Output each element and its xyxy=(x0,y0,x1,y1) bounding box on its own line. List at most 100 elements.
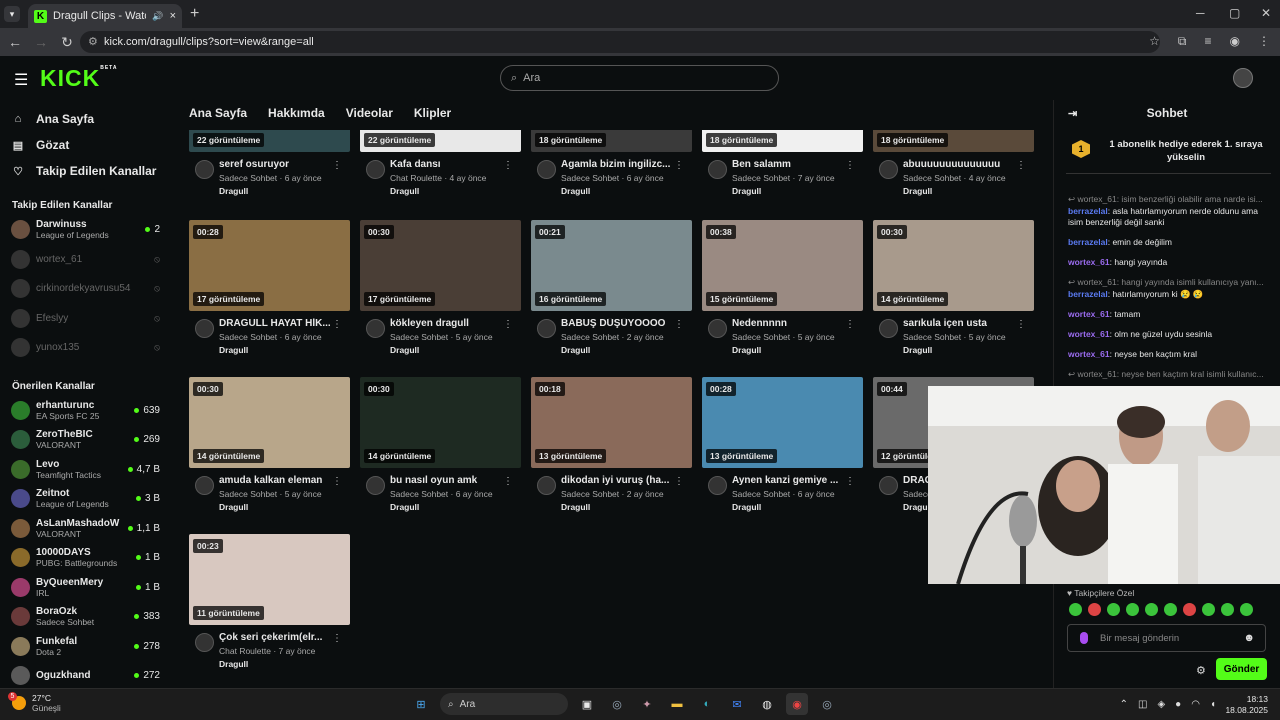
tab-about[interactable]: Hakkımda xyxy=(268,106,325,120)
clip-title[interactable]: kökleyen dragull xyxy=(390,318,502,329)
emote-icon[interactable] xyxy=(1240,603,1253,616)
clip-thumbnail[interactable]: 18 görüntüleme xyxy=(873,130,1034,152)
more-options-icon[interactable]: ⋮ xyxy=(332,633,342,644)
weather-widget[interactable]: 5 27°C Güneşli xyxy=(8,692,61,713)
file-explorer-icon[interactable]: ▬ xyxy=(666,693,688,715)
clip-card[interactable]: 00:18 13 görüntüleme dikodan iyi vuruş (ha… xyxy=(531,377,692,518)
send-button[interactable]: Gönder xyxy=(1216,658,1267,680)
more-options-icon[interactable]: ⋮ xyxy=(1016,160,1026,171)
clip-category[interactable]: Sadece Sohbet xyxy=(561,173,619,183)
recommended-channel[interactable]: AsLanMashadoW VALORANT 1,1 B xyxy=(0,514,172,544)
chat-settings-gear-icon[interactable]: ⚙ xyxy=(1196,664,1206,677)
hamburger-menu-icon[interactable]: ☰ xyxy=(14,70,28,90)
emoji-picker-icon[interactable]: ☻ xyxy=(1243,632,1255,644)
sidebar-item-home[interactable]: ⌂ Ana Sayfa xyxy=(0,106,172,132)
recommended-channel[interactable]: Oguzkhand 272 xyxy=(0,661,172,688)
back-icon[interactable]: ← xyxy=(2,34,28,50)
menu-icon[interactable]: ⋮ xyxy=(1258,34,1270,49)
clip-thumbnail[interactable]: 00:23 11 görüntüleme xyxy=(189,534,350,625)
clip-thumbnail[interactable]: 22 görüntüleme xyxy=(360,130,521,152)
recommended-channel[interactable]: BoraOzk Sadece Sohbet 383 xyxy=(0,602,172,632)
clip-title[interactable]: Kafa dansı xyxy=(390,159,502,170)
browser-tab[interactable]: K Dragull Clips - Watch Live o 🔊 × xyxy=(28,4,182,28)
chat-username[interactable]: berrazelal xyxy=(1068,206,1108,216)
emote-icon[interactable] xyxy=(1183,603,1196,616)
clip-card[interactable]: 18 görüntüleme abuuuuuuuuuuuuuu Sadece Soh… xyxy=(873,130,1034,202)
clip-card[interactable]: 18 görüntüleme Agamla bizim ingilizc... Sa… xyxy=(531,130,692,202)
clip-title[interactable]: Çok seri çekerim(elr... xyxy=(219,632,331,643)
clip-thumbnail[interactable]: 00:30 14 görüntüleme xyxy=(873,220,1034,311)
clip-thumbnail[interactable]: 00:18 13 görüntüleme xyxy=(531,377,692,468)
search-input[interactable]: ⌕ Ara xyxy=(500,65,779,91)
clip-category[interactable]: Sadece Sohbet xyxy=(219,489,277,499)
clip-channel[interactable]: Dragull xyxy=(732,502,863,512)
more-options-icon[interactable]: ⋮ xyxy=(674,319,684,330)
tab-clips[interactable]: Klipler xyxy=(414,106,451,120)
tray-chevron-icon[interactable]: ⌃ xyxy=(1120,699,1128,710)
clip-title[interactable]: bu nasıl oyun amk xyxy=(390,475,502,486)
clip-thumbnail[interactable]: 00:28 17 görüntüleme xyxy=(189,220,350,311)
steam-icon[interactable]: ◎ xyxy=(606,693,628,715)
clip-category[interactable]: Sadece Sohbet xyxy=(219,173,277,183)
recommended-channel[interactable]: 10000DAYS PUBG: Battlegrounds 1 B xyxy=(0,543,172,573)
more-options-icon[interactable]: ⋮ xyxy=(332,476,342,487)
tab-search-icon[interactable]: ▾ xyxy=(4,6,20,22)
wifi-icon[interactable]: ◠ xyxy=(1191,699,1200,710)
sidebar-item-browse[interactable]: ▤ Gözat xyxy=(0,132,172,158)
clip-card[interactable]: 00:30 14 görüntüleme bu nasıl oyun amk Sade… xyxy=(360,377,521,518)
emote-icon[interactable] xyxy=(1126,603,1139,616)
emote-icon[interactable] xyxy=(1145,603,1158,616)
address-bar[interactable]: ⚙ kick.com/dragull/clips?sort=view&range… xyxy=(80,31,1160,53)
clip-card[interactable]: 22 görüntüleme seref osuruyor Sadece Sohbe… xyxy=(189,130,350,202)
chrome-icon[interactable]: ◉ xyxy=(786,693,808,715)
tray-app-icon[interactable]: ◫ xyxy=(1138,699,1147,710)
clip-category[interactable]: Sadece Sohbet xyxy=(561,332,619,342)
clip-thumbnail[interactable]: 00:21 16 görüntüleme xyxy=(531,220,692,311)
clip-card[interactable]: 00:38 15 görüntüleme Nedennnnn Sadece Sohbe… xyxy=(702,220,863,361)
extensions-icon[interactable]: ⧉ xyxy=(1178,34,1187,49)
emote-icon[interactable] xyxy=(1221,603,1234,616)
clock[interactable]: 18:13 18.08.2025 xyxy=(1225,694,1268,716)
more-options-icon[interactable]: ⋮ xyxy=(332,160,342,171)
clip-category[interactable]: Sadece Sohbet xyxy=(903,173,961,183)
more-options-icon[interactable]: ⋮ xyxy=(1016,319,1026,330)
clip-title[interactable]: Ben salamm xyxy=(732,159,844,170)
recommended-channel[interactable]: erhanturunc EA Sports FC 25 639 xyxy=(0,396,172,426)
volume-icon[interactable]: ◖ xyxy=(1210,699,1216,710)
maximize-icon[interactable]: ▢ xyxy=(1229,6,1240,20)
tray-security-icon[interactable]: ◈ xyxy=(1157,699,1165,710)
stream-video-player[interactable] xyxy=(928,386,1280,584)
tab-close-icon[interactable]: × xyxy=(170,10,176,22)
chat-username[interactable]: wortex_61 xyxy=(1068,329,1110,339)
clip-category[interactable]: Sadece Sohbet xyxy=(390,332,448,342)
reload-icon[interactable]: ↻ xyxy=(54,34,80,51)
copilot-icon[interactable]: ✦ xyxy=(636,693,658,715)
clip-category[interactable]: Sadece Sohbet xyxy=(732,173,790,183)
more-options-icon[interactable]: ⋮ xyxy=(503,319,513,330)
emote-icon[interactable] xyxy=(1202,603,1215,616)
clip-card[interactable]: 00:30 14 görüntüleme amuda kalkan eleman Sa… xyxy=(189,377,350,518)
clip-thumbnail[interactable]: 00:30 17 görüntüleme xyxy=(360,220,521,311)
emote-icon[interactable] xyxy=(1069,603,1082,616)
collapse-chat-icon[interactable]: ⇥ xyxy=(1068,107,1077,120)
minimize-icon[interactable]: ─ xyxy=(1196,6,1205,20)
more-options-icon[interactable]: ⋮ xyxy=(674,476,684,487)
clip-title[interactable]: abuuuuuuuuuuuuuu xyxy=(903,159,1015,170)
clip-card[interactable]: 00:30 14 görüntüleme sarıkula içen usta Sad… xyxy=(873,220,1034,361)
clip-title[interactable]: Agamla bizim ingilizc... xyxy=(561,159,673,170)
clip-title[interactable]: dikodan iyi vuruş (ha... xyxy=(561,475,673,486)
taskbar-search[interactable]: ⌕ Ara xyxy=(440,693,568,715)
recommended-channel[interactable]: ByQueenMery IRL 1 B xyxy=(0,573,172,603)
clip-thumbnail[interactable]: 22 görüntüleme xyxy=(189,130,350,152)
clip-title[interactable]: sarıkula içen usta xyxy=(903,318,1015,329)
clip-channel[interactable]: Dragull xyxy=(219,659,350,669)
steam-app-icon[interactable]: ◎ xyxy=(816,693,838,715)
recommended-channel[interactable]: Levo Teamfight Tactics 4,7 B xyxy=(0,455,172,485)
clip-thumbnail[interactable]: 18 görüntüleme xyxy=(702,130,863,152)
more-options-icon[interactable]: ⋮ xyxy=(503,160,513,171)
clip-category[interactable]: Sadece Sohbet xyxy=(390,489,448,499)
close-window-icon[interactable]: ✕ xyxy=(1261,6,1271,20)
clip-channel[interactable]: Dragull xyxy=(732,345,863,355)
clip-category[interactable]: Sadece Sohbet xyxy=(732,489,790,499)
recommended-channel[interactable]: Funkefal Dota 2 278 xyxy=(0,632,172,662)
